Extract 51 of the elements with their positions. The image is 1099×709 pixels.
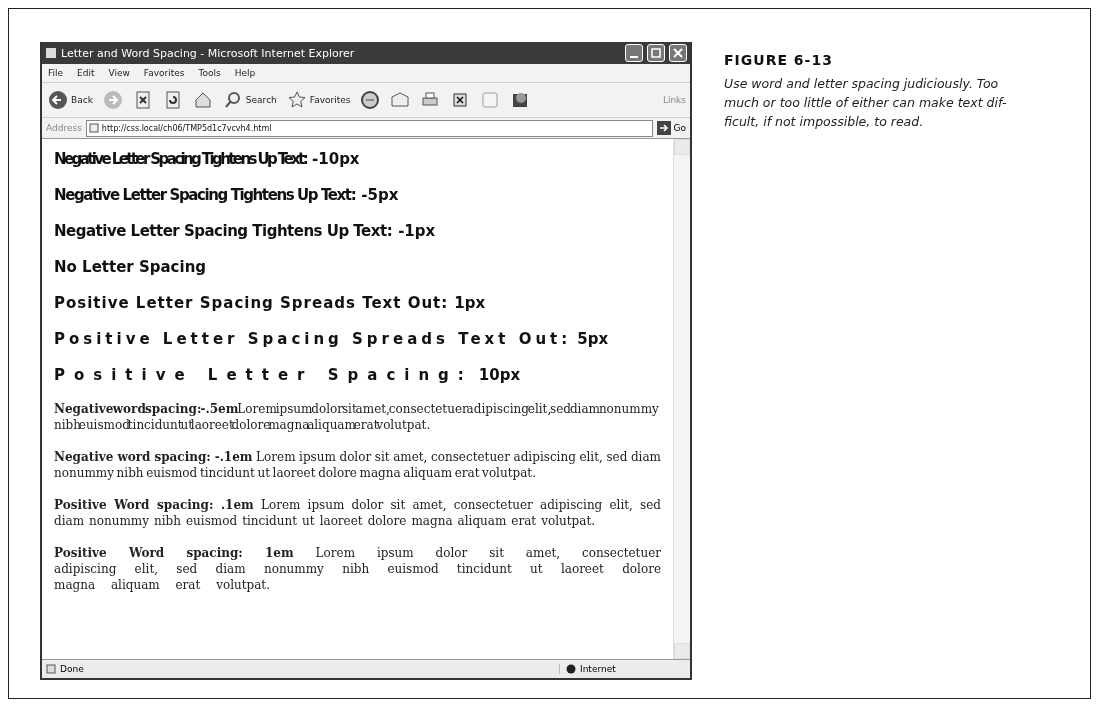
address-label: Address: [46, 123, 82, 133]
scrollbar[interactable]: [673, 139, 690, 659]
page-icon: [46, 664, 56, 674]
globe-icon: [566, 664, 576, 674]
figure-label: FIGURE 6-13: [724, 52, 834, 68]
menu-item[interactable]: Favorites: [143, 68, 185, 78]
star-icon: [286, 90, 307, 110]
minimize-icon: [630, 56, 638, 58]
spacing-value: -10px: [312, 149, 360, 169]
menu-item[interactable]: File: [48, 68, 64, 78]
page-icon: [88, 123, 99, 133]
status-text: Done: [60, 664, 85, 674]
toolbar-button[interactable]: Favorites: [284, 90, 353, 110]
toolbar-button[interactable]: Back: [46, 90, 95, 110]
go-button[interactable]: Go: [656, 121, 686, 135]
home-icon: [192, 90, 213, 110]
spacing-value: 10px: [478, 365, 521, 385]
paragraph: Negative word spacing: -.1em Lorem ipsum dolor sit amet, consectetuer adipiscing elit, sed diam nonummy nibh euismod tincidunt ut laoreet dolore magna aliquam erat volutpat.: [54, 449, 661, 481]
window-title: Letter and Word Spacing - Microsoft Internet Explorer: [61, 46, 356, 60]
page-icon: [45, 47, 57, 59]
blank-page-icon: [480, 90, 501, 110]
paragraph: Positive Word spacing: .1em Lorem ipsum dolor sit amet, consectetuer adipiscing elit, sed diam nonummy nibh euismod tincidunt ut laoreet dolore magna aliquam erat volutpat.: [54, 497, 661, 529]
close-button[interactable]: [669, 44, 687, 62]
heading-text: Negative Letter Spacing Tightens Up Text:: [54, 185, 356, 205]
go-arrow-icon: [656, 121, 671, 135]
maximize-icon: [651, 48, 661, 58]
address-field[interactable]: http://css.local/ch06/TMP5d1c7vcvh4.html: [85, 119, 653, 137]
figure-caption: Use word and letter spacing judiciously. Too much or too little of either can make text dif- ficult, if not impossible, to read.: [724, 75, 1007, 131]
spacing-value: -1px: [398, 221, 436, 241]
url-text: http://css.local/ch06/TMP5d1c7vcvh4.html: [101, 123, 272, 133]
search-icon: [222, 90, 243, 110]
heading-text: Positive Letter Spacing:: [54, 365, 473, 385]
heading-text: Negative Letter Spacing Tightens Up Text:: [54, 149, 307, 169]
paragraph: Negative word spacing: -.5emLorem ipsum dolor sit amet, consectetuer adipiscing elit, sed diam nonummy nibh euismod tincidunt ut laoreet dolore magna aliquam erat volutpat.: [54, 401, 660, 433]
menu-item[interactable]: Tools: [198, 68, 221, 78]
heading-text: Positive Letter Spacing Spreads Text Out:: [54, 329, 572, 349]
heading-text: Negative Letter Spacing Tightens Up Text:: [54, 221, 393, 241]
menu-item[interactable]: Help: [234, 68, 256, 78]
heading-text: No Letter Spacing: [54, 257, 207, 277]
menu-item[interactable]: Edit: [77, 68, 95, 78]
spacing-value: 5px: [577, 329, 609, 349]
maximize-button[interactable]: [647, 44, 665, 62]
minimize-button[interactable]: [625, 44, 643, 62]
zone-text: Internet: [580, 664, 616, 674]
heading-text: Positive Letter Spacing Spreads Text Out:: [54, 293, 449, 313]
menu-item[interactable]: View: [108, 68, 130, 78]
paragraph: Positive Word spacing: 1em Lorem ipsum dolor sit amet, consectetuer adipiscing elit, sed diam nonummy nibh euismod tincidunt ut laoreet dolore magna aliquam erat volutpat.: [54, 545, 661, 593]
spacing-value: 1px: [454, 293, 486, 313]
toolbar-button[interactable]: Search: [220, 90, 279, 110]
spacing-value: -5px: [361, 185, 399, 205]
close-icon: [673, 48, 683, 58]
